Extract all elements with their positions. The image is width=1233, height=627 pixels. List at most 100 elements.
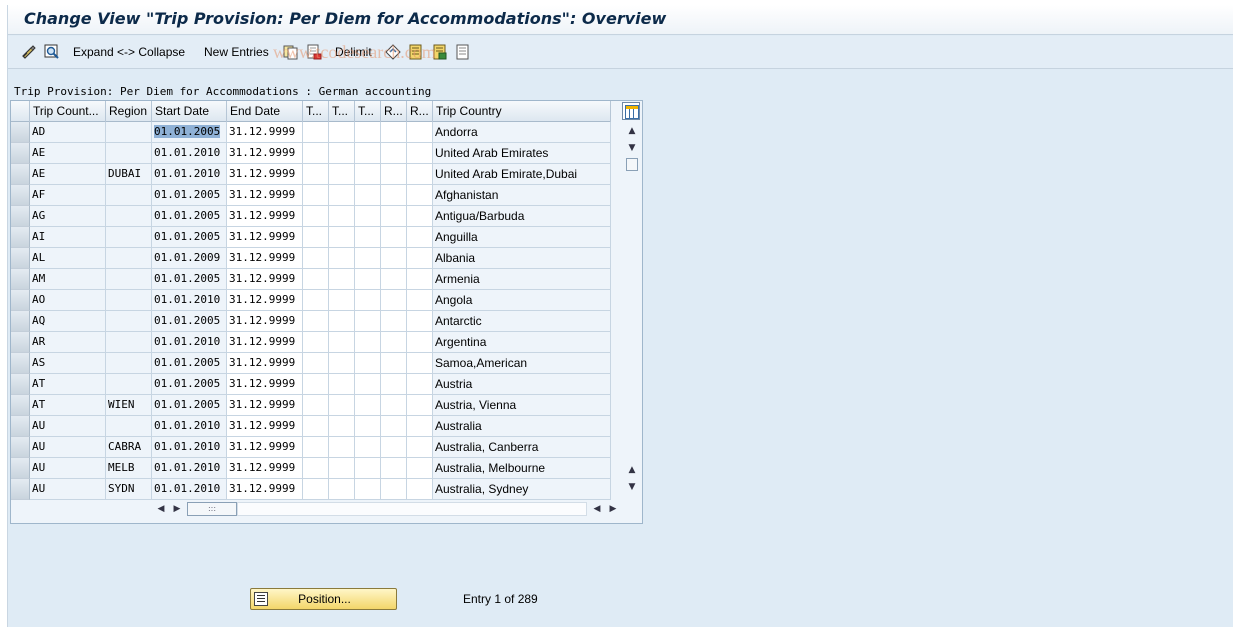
new-entries-button[interactable]: New Entries — [204, 45, 269, 59]
cell-empty[interactable] — [381, 374, 407, 395]
row-selector[interactable] — [11, 458, 30, 479]
cell-empty[interactable] — [329, 248, 355, 269]
cell-empty[interactable] — [381, 185, 407, 206]
cell-empty[interactable] — [303, 353, 329, 374]
row-selector[interactable] — [11, 227, 30, 248]
cell-empty[interactable] — [381, 437, 407, 458]
select-all-icon[interactable] — [408, 44, 424, 60]
column-header[interactable]: Trip Country — [433, 101, 611, 122]
cell-empty[interactable] — [355, 374, 381, 395]
cell-region[interactable] — [106, 248, 152, 269]
row-selector[interactable] — [11, 143, 30, 164]
cell-empty[interactable] — [407, 143, 433, 164]
cell-empty[interactable] — [329, 164, 355, 185]
cell-empty[interactable] — [303, 248, 329, 269]
cell-end[interactable]: 31.12.9999 — [227, 164, 303, 185]
cell-region[interactable]: SYDN — [106, 479, 152, 500]
cell-name[interactable]: Australia, Canberra — [433, 437, 611, 458]
cell-empty[interactable] — [355, 290, 381, 311]
cell-empty[interactable] — [355, 332, 381, 353]
cell-empty[interactable] — [407, 185, 433, 206]
scroll-far-left-icon[interactable]: ◀ — [591, 502, 603, 516]
cell-name[interactable]: Austria, Vienna — [433, 395, 611, 416]
cell-empty[interactable] — [303, 122, 329, 143]
cell-name[interactable]: United Arab Emirates — [433, 143, 611, 164]
cell-end[interactable]: 31.12.9999 — [227, 353, 303, 374]
cell-empty[interactable] — [329, 479, 355, 500]
cell-empty[interactable] — [381, 227, 407, 248]
cell-empty[interactable] — [407, 206, 433, 227]
cell-end[interactable]: 31.12.9999 — [227, 437, 303, 458]
cell-name[interactable]: United Arab Emirate,Dubai — [433, 164, 611, 185]
cell-empty[interactable] — [407, 437, 433, 458]
cell-empty[interactable] — [329, 122, 355, 143]
cell-empty[interactable] — [329, 311, 355, 332]
cell-end[interactable]: 31.12.9999 — [227, 458, 303, 479]
cell-empty[interactable] — [407, 248, 433, 269]
cell-empty[interactable] — [407, 311, 433, 332]
cell-region[interactable]: DUBAI — [106, 164, 152, 185]
horizontal-scroll-thumb[interactable]: ::: — [187, 502, 237, 516]
expand-collapse-button[interactable]: Expand <-> Collapse — [73, 45, 185, 59]
cell-empty[interactable] — [381, 248, 407, 269]
scroll-page-down-icon[interactable]: ▼ — [625, 480, 639, 494]
row-selector[interactable] — [11, 416, 30, 437]
cell-country[interactable]: AU — [30, 416, 106, 437]
cell-start[interactable]: 01.01.2010 — [152, 290, 227, 311]
cell-name[interactable]: Antigua/Barbuda — [433, 206, 611, 227]
column-header[interactable]: Region — [106, 101, 152, 122]
cell-start[interactable]: 01.01.2005 — [152, 122, 227, 143]
cell-end[interactable]: 31.12.9999 — [227, 479, 303, 500]
cell-end[interactable]: 31.12.9999 — [227, 227, 303, 248]
cell-empty[interactable] — [329, 290, 355, 311]
row-selector[interactable] — [11, 332, 30, 353]
row-selector[interactable] — [11, 122, 30, 143]
cell-empty[interactable] — [355, 164, 381, 185]
scroll-thumb[interactable] — [626, 158, 638, 171]
cell-country[interactable]: AS — [30, 353, 106, 374]
cell-country[interactable]: AL — [30, 248, 106, 269]
cell-region[interactable]: CABRA — [106, 437, 152, 458]
cell-start[interactable]: 01.01.2005 — [152, 227, 227, 248]
cell-country[interactable]: AM — [30, 269, 106, 290]
cell-name[interactable]: Samoa,American — [433, 353, 611, 374]
cell-name[interactable]: Australia, Melbourne — [433, 458, 611, 479]
cell-empty[interactable] — [303, 143, 329, 164]
cell-empty[interactable] — [329, 206, 355, 227]
cell-empty[interactable] — [407, 395, 433, 416]
cell-empty[interactable] — [303, 185, 329, 206]
cell-region[interactable] — [106, 332, 152, 353]
cell-region[interactable] — [106, 227, 152, 248]
cell-region[interactable] — [106, 374, 152, 395]
cell-region[interactable] — [106, 311, 152, 332]
cell-name[interactable]: Australia — [433, 416, 611, 437]
row-selector[interactable] — [11, 164, 30, 185]
cell-empty[interactable] — [355, 353, 381, 374]
cell-end[interactable]: 31.12.9999 — [227, 185, 303, 206]
cell-empty[interactable] — [381, 206, 407, 227]
delete-icon[interactable] — [306, 44, 322, 60]
cell-empty[interactable] — [381, 269, 407, 290]
cell-end[interactable]: 31.12.9999 — [227, 290, 303, 311]
find-icon[interactable] — [44, 44, 60, 60]
cell-empty[interactable] — [381, 353, 407, 374]
cell-empty[interactable] — [407, 479, 433, 500]
cell-country[interactable]: AG — [30, 206, 106, 227]
cell-name[interactable]: Andorra — [433, 122, 611, 143]
cell-start[interactable]: 01.01.2005 — [152, 374, 227, 395]
horizontal-scrollbar[interactable]: ◀ ▶ ::: ◀ ▶ — [151, 501, 621, 517]
column-header[interactable]: Trip Count... — [30, 101, 106, 122]
cell-end[interactable]: 31.12.9999 — [227, 206, 303, 227]
cell-empty[interactable] — [329, 227, 355, 248]
cell-country[interactable]: AU — [30, 479, 106, 500]
horizontal-scroll-track[interactable] — [237, 502, 587, 516]
cell-empty[interactable] — [355, 227, 381, 248]
cell-empty[interactable] — [407, 416, 433, 437]
cell-region[interactable] — [106, 353, 152, 374]
cell-country[interactable]: AR — [30, 332, 106, 353]
cell-name[interactable]: Argentina — [433, 332, 611, 353]
row-selector[interactable] — [11, 290, 30, 311]
cell-empty[interactable] — [355, 206, 381, 227]
cell-empty[interactable] — [381, 290, 407, 311]
cell-region[interactable]: WIEN — [106, 395, 152, 416]
